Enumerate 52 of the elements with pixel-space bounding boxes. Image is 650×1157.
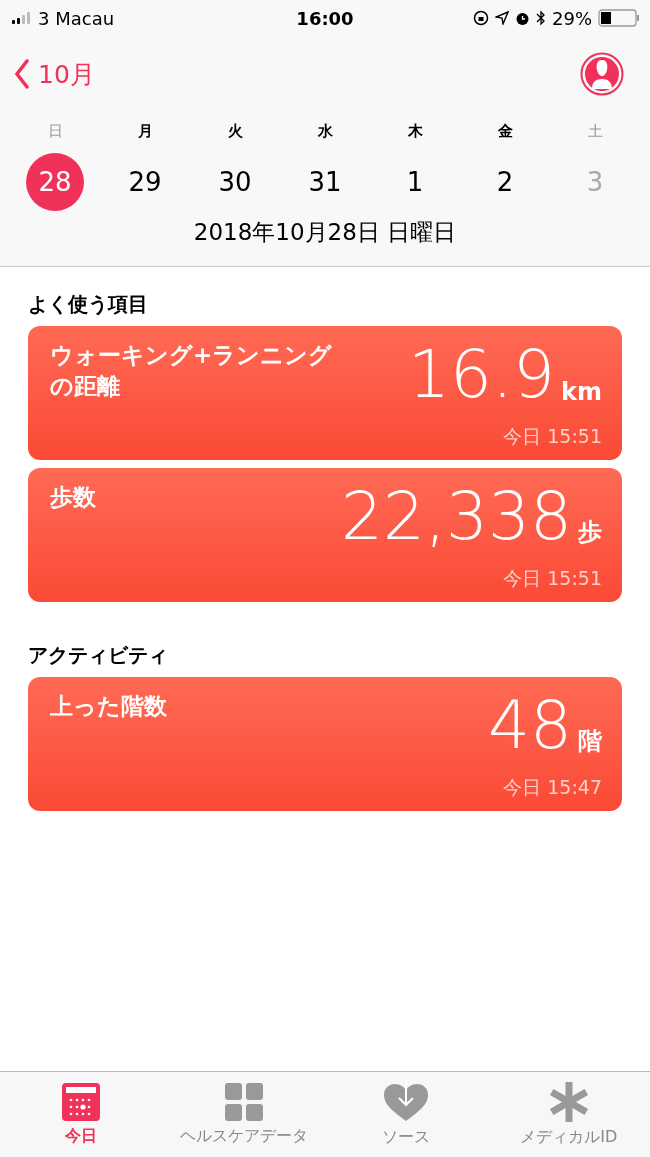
weekday-label: 水 <box>317 121 333 142</box>
clock-time: 16:00 <box>296 7 354 29</box>
weekday-label: 金 <box>497 121 513 142</box>
carrier-name: 3 Macau <box>38 7 115 29</box>
metric-name: 歩数 <box>50 483 96 512</box>
location-arrow-icon <box>495 11 509 25</box>
battery-icon <box>598 9 640 27</box>
metric-card[interactable]: 歩数 22,338 歩 今日 15:51 <box>28 468 622 602</box>
date-button[interactable]: 28 <box>26 153 84 211</box>
weekday-label: 火 <box>227 121 243 142</box>
back-button[interactable]: 10月 <box>14 57 95 91</box>
metric-unit: km <box>561 378 602 406</box>
metric-name: 上った階数 <box>50 692 167 721</box>
metric-value: 48 <box>488 693 572 759</box>
weekday-label: 日 <box>47 121 63 142</box>
metric-card[interactable]: ウォーキング+ランニングの距離 16.9 km 今日 15:51 <box>28 326 622 460</box>
tab-health-data[interactable]: ヘルスケアデータ <box>162 1072 325 1157</box>
asterisk-icon <box>547 1081 590 1123</box>
bluetooth-icon <box>536 10 546 26</box>
date-button[interactable]: 3 <box>566 153 624 211</box>
grid-icon <box>223 1082 264 1122</box>
tab-today[interactable]: 今日 <box>0 1072 163 1157</box>
metric-card[interactable]: 上った階数 48 階 今日 15:47 <box>28 677 622 811</box>
metric-value: 16.9 <box>408 342 556 408</box>
metric-unit: 歩 <box>578 517 602 548</box>
profile-avatar-icon[interactable] <box>580 52 624 96</box>
calendar-icon <box>61 1082 102 1122</box>
tab-sources[interactable]: ソース <box>325 1072 488 1157</box>
metric-value: 22,338 <box>341 484 572 550</box>
selected-date: 2018年10月28日 日曜日 <box>0 215 650 267</box>
section-title: よく使う項目 <box>28 291 148 318</box>
metric-timestamp: 今日 15:51 <box>503 424 602 449</box>
alarm-clock-icon <box>515 10 530 26</box>
weekday-label: 月 <box>137 121 153 142</box>
date-button[interactable]: 30 <box>206 153 264 211</box>
metric-unit: 階 <box>578 726 602 757</box>
rotation-lock-icon <box>473 10 489 26</box>
metric-timestamp: 今日 15:51 <box>503 566 602 591</box>
chevron-left-icon <box>14 59 30 89</box>
date-button[interactable]: 29 <box>116 153 174 211</box>
date-button[interactable]: 2 <box>476 153 534 211</box>
metric-name: ウォーキング+ランニングの距離 <box>50 341 334 402</box>
date-button[interactable]: 1 <box>386 153 444 211</box>
tab-medical-id[interactable]: メディカルID <box>487 1072 650 1157</box>
weekday-label: 木 <box>407 121 423 142</box>
weekday-label: 土 <box>587 121 603 142</box>
heart-download-icon <box>383 1081 430 1123</box>
signal-icon <box>12 12 32 24</box>
date-button[interactable]: 31 <box>296 153 354 211</box>
battery-percent: 29% <box>552 7 592 29</box>
metric-timestamp: 今日 15:47 <box>503 775 602 800</box>
section-title: アクティビティ <box>28 642 168 669</box>
